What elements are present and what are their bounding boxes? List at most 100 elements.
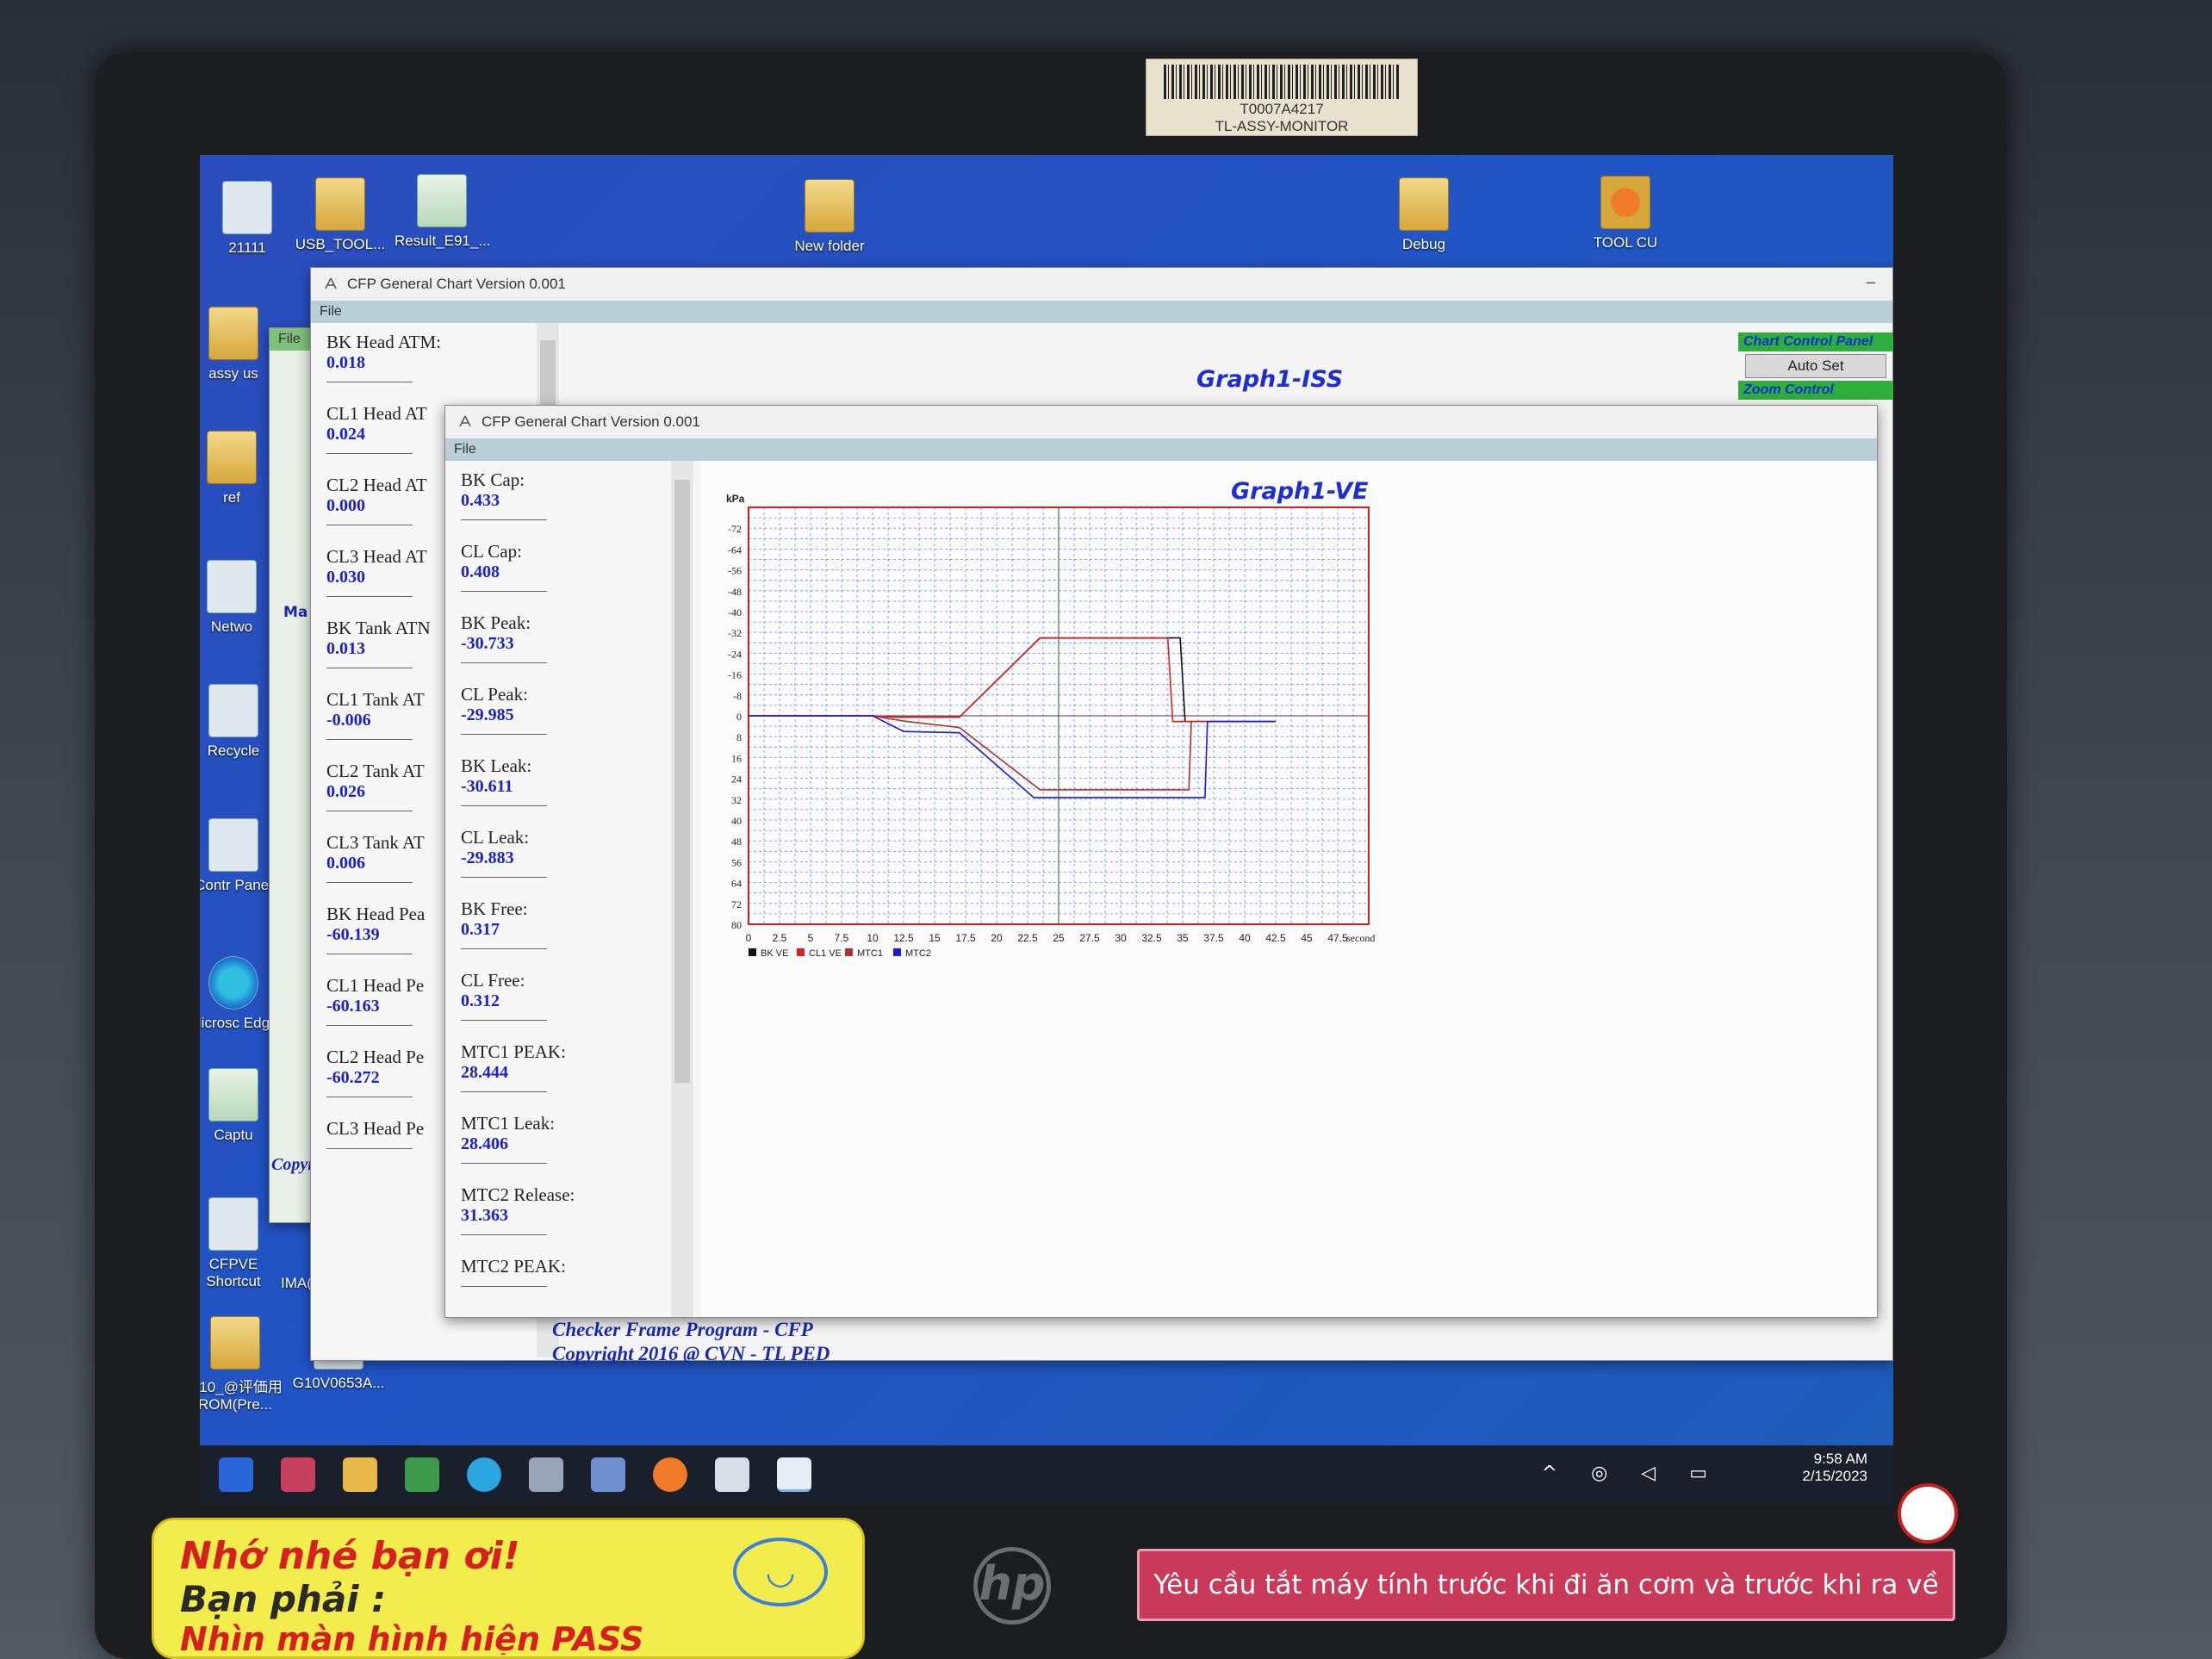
cfp-app-icon[interactable]	[715, 1457, 749, 1492]
x-tick-label: 12.5	[893, 932, 914, 944]
x-tick-label: 30	[1115, 932, 1127, 944]
edge-icon	[208, 956, 258, 1010]
window-title: CFP General Chart Version 0.001	[482, 413, 700, 430]
x-tick-label: 27.5	[1079, 932, 1100, 944]
scroll-thumb[interactable]	[674, 480, 690, 1083]
x-axis-label: second	[1346, 932, 1375, 944]
desktop-screen: 21111 USB_TOOL... Result_E91_... New fol…	[200, 155, 1893, 1504]
asset-label: T0007A4217 TL-ASSY-MONITOR	[1146, 59, 1418, 136]
desktop-icon-ref[interactable]: ref	[200, 431, 279, 506]
legend-swatch	[749, 948, 756, 956]
y-tick-label: -56	[728, 565, 742, 577]
tool-icon[interactable]	[653, 1457, 687, 1492]
menu-file[interactable]: File	[311, 301, 1892, 323]
measurement-value: -29.985	[461, 705, 547, 735]
y-tick-label: -8	[733, 690, 742, 702]
y-tick-label: -32	[728, 627, 742, 639]
folder-icon	[207, 431, 257, 484]
measurement-value: 31.363	[461, 1206, 547, 1235]
desktop-icon-21111[interactable]: 21111	[200, 181, 295, 257]
asset-name: TL-ASSY-MONITOR	[1215, 118, 1349, 134]
measurement-value: 0.000	[326, 496, 413, 525]
app-icon[interactable]	[529, 1457, 563, 1492]
chart-control-title: Chart Control Panel	[1738, 332, 1893, 351]
legend-label: BK VE	[761, 948, 788, 959]
y-tick-label: 48	[731, 836, 742, 848]
legend-swatch	[845, 948, 853, 956]
legend-label: CL1 VE	[809, 948, 842, 959]
cfp-app-icon[interactable]	[777, 1457, 811, 1492]
system-tray-icons[interactable]: ^ ◎ ◁ ▭	[1542, 1463, 1721, 1484]
measurement-label: MTC1 PEAK:	[461, 1041, 566, 1062]
y-tick-label: -16	[728, 669, 742, 681]
chart-control-panel: Chart Control Panel Auto Set Zoom Contro…	[1738, 332, 1893, 400]
footer-line1: Checker Frame Program - CFP	[552, 1319, 813, 1340]
notice-sticker: Yêu cầu tắt máy tính trước khi đi ăn cơm…	[1137, 1549, 1955, 1621]
measurement-label: BK Cap:	[461, 469, 525, 490]
measurement-value: 0.026	[326, 782, 413, 811]
measurement-label: MTC2 PEAK:	[461, 1256, 566, 1277]
y-tick-label: -72	[728, 523, 742, 535]
y-tick-label: -40	[728, 606, 742, 618]
clock[interactable]: 9:58 AM 2/15/2023	[1802, 1451, 1867, 1485]
measurement-value: 0.030	[326, 568, 413, 597]
chart-area: Graph1-VE -72 -64 -56 -48 -40 -32 -24 -16 -8 0 8 16…	[700, 461, 1877, 1317]
y-axis-label: kPa	[726, 493, 745, 505]
x-tick-label: 17.5	[955, 932, 976, 944]
clock-date: 2/15/2023	[1802, 1468, 1867, 1484]
measurement-value: -30.733	[461, 634, 547, 663]
measurement-label: BK Leak:	[461, 755, 532, 776]
measurement-value: 0.006	[326, 854, 413, 883]
legend-label: MTC2	[905, 948, 931, 959]
start-icon[interactable]	[219, 1457, 253, 1492]
y-tick-label: 64	[731, 878, 742, 890]
menu-file[interactable]: File	[445, 438, 1877, 461]
desktop-icon-debug[interactable]: Debug	[1376, 177, 1471, 253]
x-tick-label: 2.5	[773, 932, 787, 944]
minimize-button[interactable]: –	[1867, 273, 1875, 291]
titlebar-ve[interactable]: CFP General Chart Version 0.001	[445, 406, 1877, 438]
cfp-app-icon	[208, 1197, 258, 1251]
measurement-value: -0.006	[326, 711, 413, 740]
desktop-icon-result[interactable]: Result_E91_...	[395, 174, 491, 250]
ve-scrollbar[interactable]	[671, 461, 693, 1317]
measurement-item: MTC2 PEAK:	[445, 1247, 695, 1317]
zoom-control-title[interactable]: Zoom Control	[1738, 381, 1893, 400]
y-tick-label: 72	[731, 898, 742, 910]
x-tick-label: 25	[1053, 932, 1065, 944]
desktop-icon-g10-rom[interactable]: G10_@评価用 ROM(Pre...	[200, 1316, 283, 1414]
measurement-value: 28.444	[461, 1063, 547, 1092]
y-tick-label: -24	[728, 648, 742, 660]
window-ve: CFP General Chart Version 0.001 File BK …	[444, 405, 1878, 1318]
legend-swatch	[893, 948, 901, 956]
measurement-value	[461, 1277, 547, 1287]
measurement-value: -60.139	[326, 925, 413, 954]
measurement-label: CL Peak:	[461, 684, 528, 705]
scroll-thumb[interactable]	[540, 340, 556, 409]
graph-title-iss: Graph1-ISS	[1196, 366, 1344, 393]
measurement-value: 0.312	[461, 991, 547, 1021]
spreadsheet-icon[interactable]	[405, 1457, 439, 1492]
app-icon[interactable]	[591, 1457, 625, 1492]
desktop-icon-network[interactable]: Netwo	[200, 560, 279, 636]
desktop-icon-new-folder[interactable]: New folder	[782, 179, 877, 255]
measurement-item: CL Leak: -29.883	[445, 818, 695, 890]
edge-icon[interactable]	[467, 1457, 501, 1492]
file-explorer-icon[interactable]	[343, 1457, 377, 1492]
legend-label: MTC1	[857, 948, 883, 959]
desktop-icon-tool-cu[interactable]: TOOL CU	[1578, 176, 1673, 252]
measurement-value: -30.611	[461, 777, 547, 806]
measurement-item: MTC1 Leak: 28.406	[445, 1104, 695, 1176]
folder-icon	[1600, 176, 1650, 229]
auto-set-button[interactable]: Auto Set	[1745, 354, 1886, 378]
x-tick-label: 32.5	[1141, 932, 1162, 944]
app-icon[interactable]	[281, 1457, 315, 1492]
titlebar-iss[interactable]: CFP General Chart Version 0.001 –	[311, 268, 1892, 301]
x-tick-label: 7.5	[835, 932, 849, 944]
desktop-icon-usb-tool[interactable]: USB_TOOL...	[293, 177, 388, 253]
x-tick-label: 35	[1177, 932, 1189, 944]
tab-label[interactable]: Ma	[283, 604, 308, 621]
sticker-line3: Nhìn màn hình hiện PASS	[180, 1620, 644, 1655]
window-title: CFP General Chart Version 0.001	[347, 276, 566, 292]
x-tick-label: 20	[991, 932, 1003, 944]
